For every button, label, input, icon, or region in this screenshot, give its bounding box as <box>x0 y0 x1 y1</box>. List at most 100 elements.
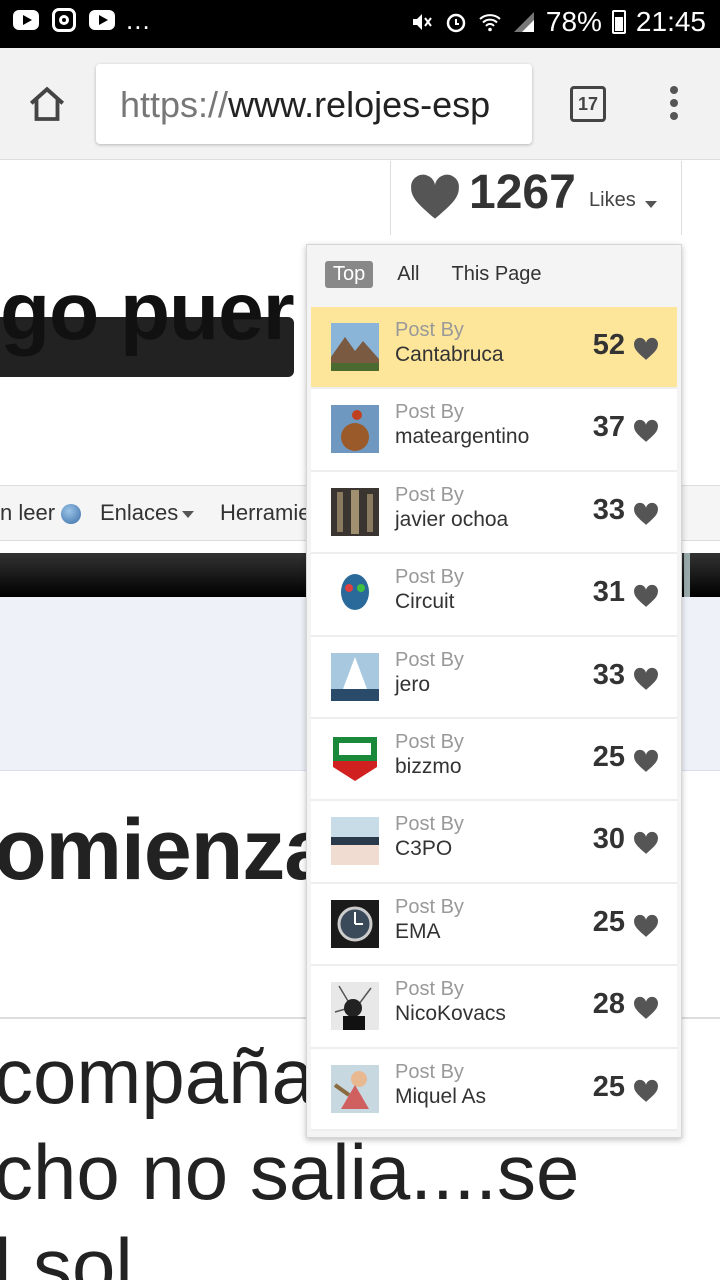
like-count: 37 <box>592 411 625 444</box>
heart-icon <box>634 996 658 1019</box>
likes-toggle[interactable]: 1267 Likes <box>390 161 682 235</box>
globe-icon <box>61 504 82 525</box>
battery-percent: 78% <box>545 6 602 37</box>
like-count: 30 <box>592 823 625 856</box>
username[interactable]: mateargentino <box>395 425 529 449</box>
url-bar[interactable]: https://www.relojes-esp <box>96 64 532 144</box>
list-item[interactable]: Post By Circuit 31 <box>311 554 677 637</box>
list-item[interactable]: Post By javier ochoa 33 <box>311 471 677 555</box>
avatar <box>331 899 379 948</box>
post-by-label: Post By <box>395 730 464 753</box>
username[interactable]: C3PO <box>395 837 452 861</box>
like-count: 25 <box>592 905 625 938</box>
post-by-label: Post By <box>395 319 464 341</box>
heart-icon <box>411 174 459 219</box>
likes-list: Post By Cantabruca 52 Post By mateargent… <box>311 307 677 1131</box>
url-host: www.relojes-esp <box>228 84 491 125</box>
post-text-line: l sol <box>0 1222 133 1280</box>
like-count: 33 <box>592 658 625 691</box>
list-item[interactable]: Post By Miquel As 25 <box>311 1048 677 1131</box>
youtube-icon <box>88 8 116 32</box>
avatar <box>331 817 379 866</box>
nav-unread[interactable]: n leer <box>0 500 82 526</box>
likes-count: 1267 <box>469 166 576 219</box>
heart-icon <box>634 420 658 443</box>
chevron-down-icon <box>645 201 657 208</box>
heart-icon <box>634 749 658 772</box>
clock: 21:45 <box>635 6 706 37</box>
username[interactable]: javier ochoa <box>395 508 508 532</box>
page-headline: go puer <box>0 266 295 357</box>
avatar <box>331 405 379 454</box>
heart-icon <box>634 337 658 360</box>
username[interactable]: Miquel As <box>395 1085 486 1109</box>
heart-icon <box>634 502 658 525</box>
browser-toolbar: https://www.relojes-esp 17 <box>0 48 720 160</box>
tab-switcher-button[interactable]: 17 <box>570 86 606 122</box>
list-item[interactable]: Post By jero 33 <box>311 636 677 719</box>
url-scheme: https:// <box>120 84 229 125</box>
list-item[interactable]: Post By Cantabruca 52 <box>311 307 677 390</box>
nav-tools[interactable]: Herramie <box>220 500 310 526</box>
post-by-label: Post By <box>395 566 464 589</box>
list-item[interactable]: Post By EMA 25 <box>311 883 677 967</box>
signal-icon <box>513 12 534 32</box>
thread-title: omienza <box>0 802 332 898</box>
avatar <box>331 323 379 371</box>
avatar <box>331 487 379 536</box>
username[interactable]: Cantabruca <box>395 343 504 367</box>
likes-tabs: Top All This Page <box>325 259 550 289</box>
alarm-icon <box>446 13 466 33</box>
like-count: 25 <box>592 740 625 773</box>
youtube-icon <box>12 8 40 32</box>
list-item[interactable]: Post By NicoKovacs 28 <box>311 966 677 1049</box>
username[interactable]: bizzmo <box>395 755 462 779</box>
like-count: 28 <box>592 988 625 1021</box>
username[interactable]: Circuit <box>395 590 455 614</box>
heart-icon <box>634 914 658 937</box>
username[interactable]: EMA <box>395 920 441 944</box>
notification-overflow: ... <box>126 5 151 35</box>
heart-icon <box>634 832 658 855</box>
heart-icon <box>634 667 658 690</box>
mute-icon <box>412 14 432 30</box>
list-item[interactable]: Post By bizzmo 25 <box>311 718 677 802</box>
post-by-label: Post By <box>395 895 464 918</box>
username[interactable]: jero <box>395 673 430 697</box>
avatar <box>331 570 379 619</box>
battery-icon <box>611 10 626 34</box>
avatar <box>331 734 379 783</box>
scrollbar-thumb[interactable] <box>684 553 690 597</box>
tab-top[interactable]: Top <box>325 260 374 288</box>
chevron-down-icon <box>182 510 195 518</box>
post-by-label: Post By <box>395 401 464 424</box>
post-by-label: Post By <box>395 483 464 506</box>
status-bar: ... 78% 21:45 <box>0 0 720 48</box>
heart-icon <box>634 585 658 608</box>
tab-this-page[interactable]: This Page <box>443 261 549 288</box>
list-item[interactable]: Post By mateargentino 37 <box>311 389 677 472</box>
post-by-label: Post By <box>395 1060 464 1083</box>
avatar <box>331 982 379 1031</box>
username[interactable]: NicoKovacs <box>395 1002 506 1026</box>
likes-label: Likes <box>589 189 636 211</box>
list-item[interactable]: Post By C3PO 30 <box>311 801 677 884</box>
post-text-line: compaña <box>0 1032 315 1120</box>
like-count: 31 <box>592 576 625 609</box>
instagram-icon <box>50 8 78 32</box>
wifi-icon <box>479 14 501 32</box>
likes-dropdown-panel: Top All This Page Post By Cantabruca 52 … <box>306 244 682 1138</box>
overflow-menu-icon[interactable] <box>668 86 680 122</box>
like-count: 25 <box>592 1070 625 1103</box>
avatar <box>331 1064 379 1113</box>
post-by-label: Post By <box>395 648 464 671</box>
tab-all[interactable]: All <box>389 261 427 288</box>
avatar <box>331 652 379 701</box>
post-text-line: cho no salia....se <box>0 1128 580 1216</box>
home-icon[interactable] <box>26 84 68 126</box>
nav-links[interactable]: Enlaces <box>100 500 195 526</box>
post-by-label: Post By <box>395 978 464 1001</box>
post-by-label: Post By <box>395 813 464 836</box>
heart-icon <box>634 1079 658 1102</box>
like-count: 52 <box>592 329 625 361</box>
